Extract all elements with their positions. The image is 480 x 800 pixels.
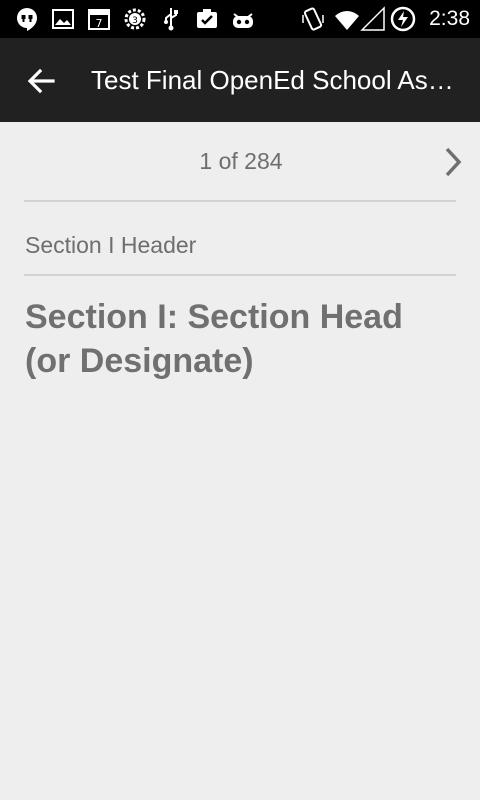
hangouts-icon xyxy=(14,6,40,32)
divider xyxy=(24,274,456,276)
image-icon xyxy=(50,6,76,32)
usb-icon xyxy=(158,6,184,32)
battery-charging-icon xyxy=(390,6,416,32)
clipboard-check-icon xyxy=(194,6,220,32)
divider xyxy=(24,200,456,202)
status-bar: 7 3 2:38 xyxy=(0,0,480,38)
question-text: Section I: Section Head (or Designate) xyxy=(25,298,403,380)
chevron-right-icon xyxy=(436,142,470,182)
signal-icon xyxy=(360,6,386,32)
gear-badge-icon: 3 xyxy=(122,6,148,32)
back-button[interactable] xyxy=(20,60,62,102)
pager: 1 of 284 xyxy=(0,122,480,202)
page-counter: 1 of 284 xyxy=(199,148,283,174)
page-title: Test Final OpenEd School Assessment xyxy=(91,65,461,95)
svg-text:7: 7 xyxy=(96,17,103,30)
vibrate-icon xyxy=(300,6,326,32)
section-label: Section I Header xyxy=(25,232,197,258)
android-icon xyxy=(230,6,256,32)
next-page-button[interactable] xyxy=(436,142,470,182)
wifi-icon xyxy=(334,6,360,32)
clock: 2:38 xyxy=(429,7,470,30)
calendar-icon: 7 xyxy=(86,6,112,32)
svg-text:3: 3 xyxy=(132,16,138,26)
app-bar: Test Final OpenEd School Assessment xyxy=(0,38,480,122)
arrow-back-icon xyxy=(20,60,62,102)
